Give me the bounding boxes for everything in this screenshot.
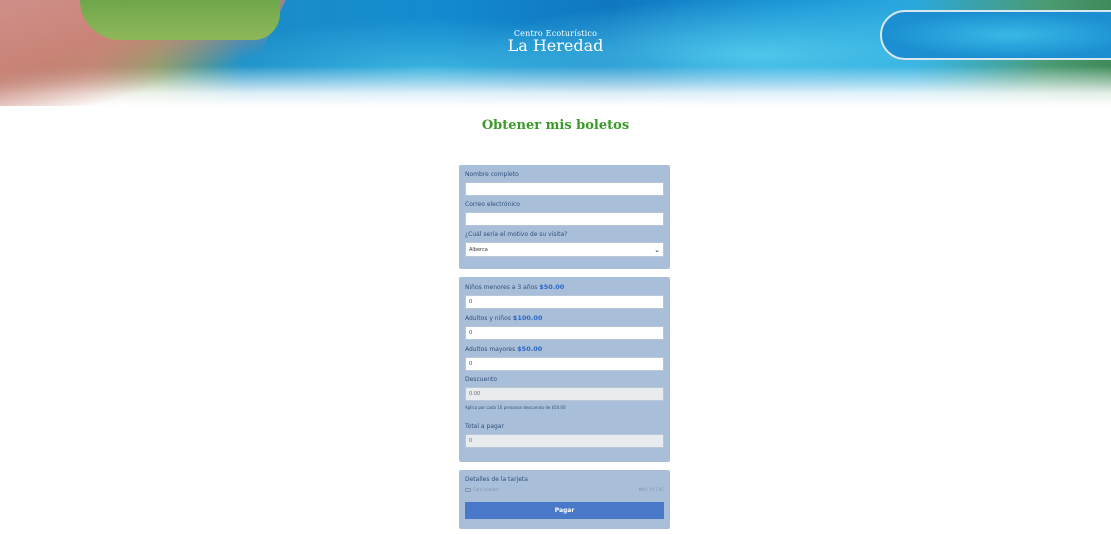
card-expiry-placeholder: MM / YY CVC xyxy=(638,487,664,492)
children-label-text: Niños menores a 3 años xyxy=(465,284,538,291)
tickets-card: Niños menores a 3 años $50.00 0 Adultos … xyxy=(459,277,670,462)
reason-label: ¿Cuál sería el motivo de su visita? xyxy=(465,231,568,238)
discount-field: 0.00 xyxy=(465,387,664,401)
seniors-label-text: Adultos mayores xyxy=(465,346,516,353)
name-input[interactable] xyxy=(465,182,664,196)
credit-card-icon xyxy=(465,487,471,492)
adults-label-text: Adultos y niños xyxy=(465,315,511,322)
card-number-placeholder: Card number xyxy=(473,487,500,492)
email-label: Correo electrónico xyxy=(465,201,520,208)
name-label: Nombre completo xyxy=(465,171,519,178)
hero-banner: Centro Ecoturístico La Heredad xyxy=(0,0,1111,106)
reason-select[interactable]: Alberca ⌄ xyxy=(465,242,664,257)
seniors-quantity-input[interactable]: 0 xyxy=(465,357,664,371)
chevron-down-icon: ⌄ xyxy=(654,245,660,254)
visitor-info-card: Nombre completo Correo electrónico ¿Cuál… xyxy=(459,165,670,269)
seniors-label: Adultos mayores $50.00 xyxy=(465,345,664,354)
brand-title: La Heredad xyxy=(507,36,604,55)
total-label: Total a pagar xyxy=(465,423,504,430)
pay-button[interactable]: Pagar xyxy=(465,502,664,519)
adults-quantity-input[interactable]: 0 xyxy=(465,326,664,340)
card-input[interactable]: Card number MM / YY CVC xyxy=(465,487,664,492)
children-price: $50.00 xyxy=(539,283,565,291)
discount-label: Descuento xyxy=(465,376,498,383)
children-quantity-input[interactable]: 0 xyxy=(465,295,664,309)
adults-label: Adultos y niños $100.00 xyxy=(465,314,664,323)
page-title: Obtener mis boletos xyxy=(481,118,630,133)
seniors-price: $50.00 xyxy=(517,345,543,353)
card-details-label: Detalles de la tarjeta xyxy=(465,476,528,483)
card-number-group: Card number xyxy=(465,487,499,492)
adults-price: $100.00 xyxy=(512,314,543,322)
reason-selected-value: Alberca xyxy=(469,246,488,253)
payment-card: Detalles de la tarjeta Card number MM / … xyxy=(459,470,670,529)
discount-note: Aplica por cada 10 personas descuento de… xyxy=(465,405,566,410)
total-field: 0 xyxy=(465,434,664,448)
children-label: Niños menores a 3 años $50.00 xyxy=(465,283,664,292)
email-input[interactable] xyxy=(465,212,664,226)
